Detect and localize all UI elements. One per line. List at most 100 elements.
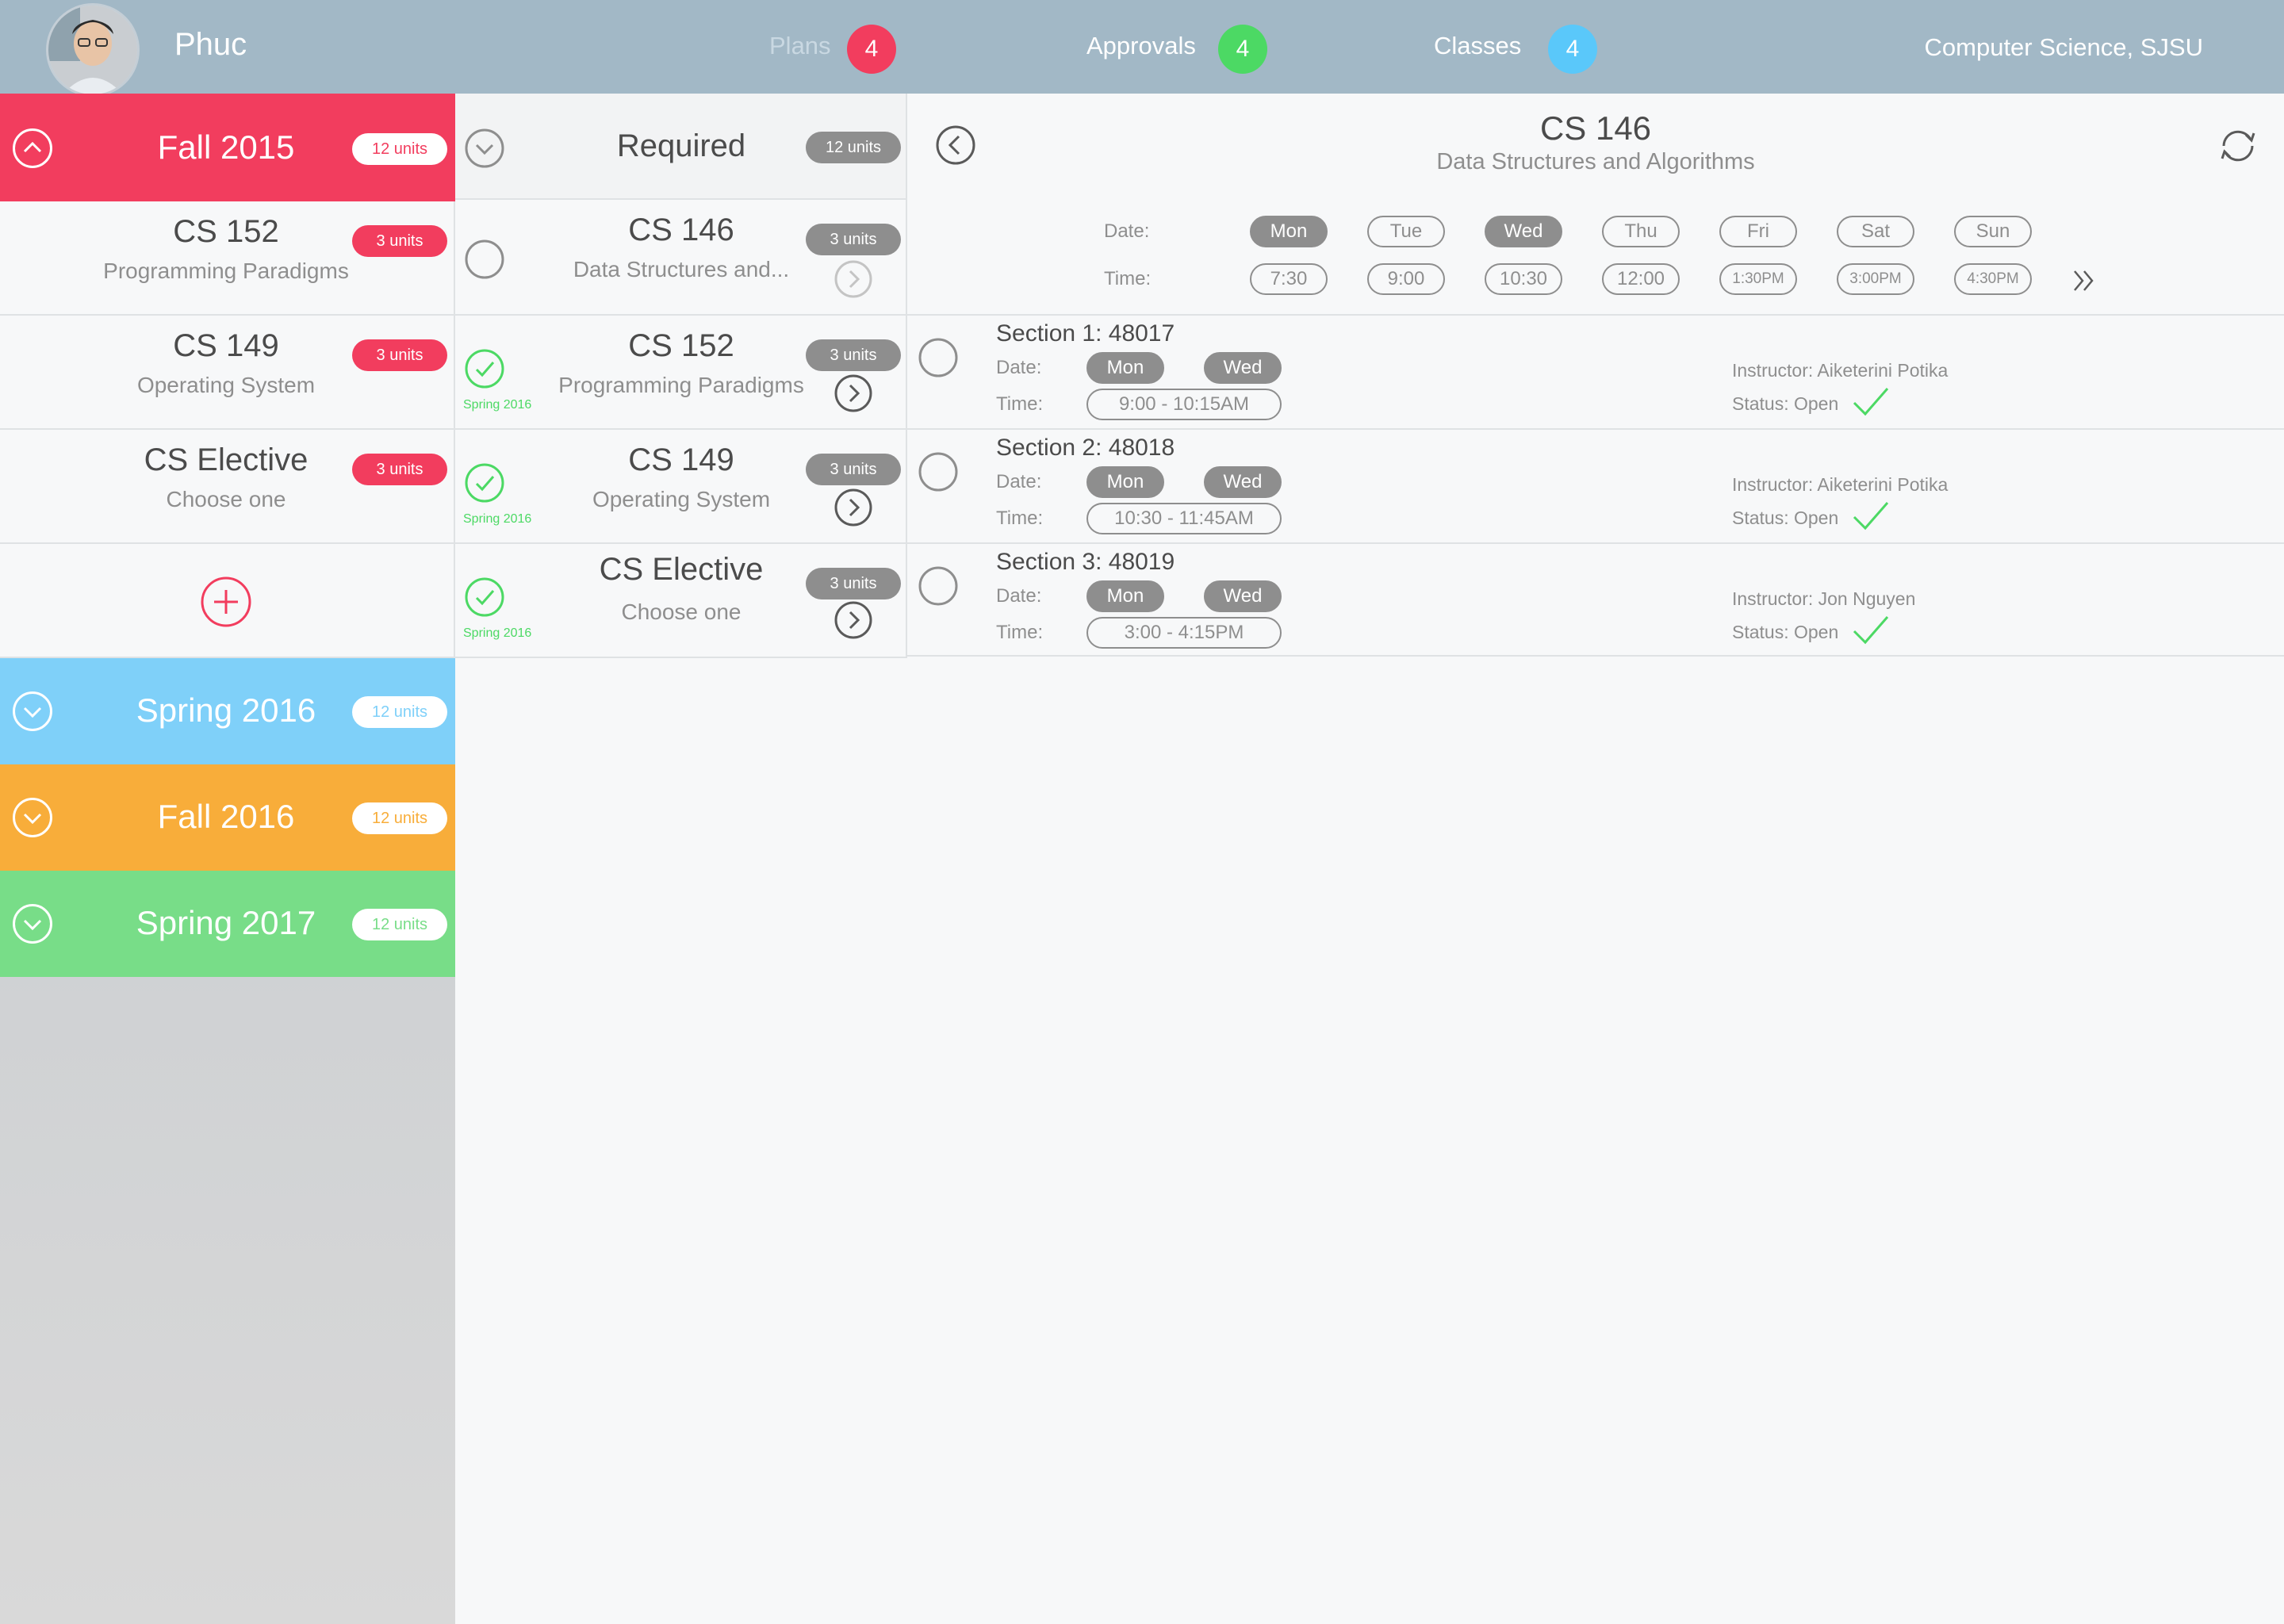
time-filter[interactable]: 7:30: [1250, 263, 1328, 295]
chevron-right-icon[interactable]: [834, 374, 872, 412]
instructor-label: Instructor: Aiketerini Potika: [1732, 474, 1949, 495]
section-time-chip: 3:00 - 4:15PM: [1086, 617, 1282, 649]
user-name: Phuc: [174, 27, 247, 62]
list-item[interactable]: Spring 2016 CS 152 Programming Paradigms…: [455, 316, 907, 430]
list-item[interactable]: CS 146 Data Structures and... 3 units: [455, 200, 907, 316]
course-name: Programming Paradigms: [103, 259, 349, 283]
section-row-3[interactable]: Section 3: 48019 Date: Time: Mon Wed 3:0…: [907, 542, 2284, 657]
term-fall-2016[interactable]: Fall 2016 12 units: [0, 764, 455, 871]
chevron-right-icon[interactable]: [834, 260, 872, 298]
time-filter[interactable]: 10:30: [1485, 263, 1562, 295]
course-name: Operating System: [136, 373, 316, 397]
course-detail-code: CS 146: [1539, 109, 1652, 147]
completed-term-label: Spring 2016: [463, 512, 532, 526]
term-spring-2017[interactable]: Spring 2017 12 units: [0, 871, 455, 977]
classes-count-badge: 4: [1548, 25, 1597, 74]
double-chevron-right-icon[interactable]: [2070, 266, 2098, 295]
day-filter-mon[interactable]: Mon: [1250, 216, 1328, 247]
section-row-1[interactable]: Section 1: 48017 Date: Time: Mon Wed 9:0…: [907, 314, 2284, 428]
refresh-icon[interactable]: [2216, 124, 2260, 168]
add-course-icon[interactable]: [200, 576, 252, 628]
time-label: Time:: [996, 622, 1044, 643]
time-filter[interactable]: 1:30PM: [1719, 263, 1797, 295]
completed-term-label: Spring 2016: [463, 626, 532, 640]
section-day-chip: Mon: [1086, 580, 1164, 612]
add-course-row: [0, 544, 455, 658]
units-badge: 3 units: [806, 454, 901, 485]
course-detail-panel: CS 146 Data Structures and Algorithms Da…: [907, 94, 2284, 1624]
date-label: Date:: [996, 471, 1042, 492]
section-time-chip: 10:30 - 11:45AM: [1086, 503, 1282, 534]
units-badge: 3 units: [806, 339, 901, 371]
nav-classes[interactable]: Classes: [1434, 32, 1521, 60]
units-badge: 12 units: [352, 696, 447, 728]
plans-count-badge: 4: [847, 25, 896, 74]
section-title: Section 3: 48019: [996, 549, 1175, 575]
chevron-right-icon[interactable]: [834, 488, 872, 527]
section-day-chip: Wed: [1204, 466, 1282, 498]
avatar-photo: [48, 6, 137, 94]
radio-circle-icon[interactable]: [918, 566, 958, 606]
list-item[interactable]: CS Elective Choose one 3 units: [0, 430, 455, 544]
list-item[interactable]: CS 149 Operating System 3 units: [0, 316, 455, 430]
radio-circle-icon[interactable]: [918, 452, 958, 492]
chevron-right-icon[interactable]: [834, 601, 872, 639]
date-filter-label: Date:: [1104, 220, 1150, 242]
units-badge: 12 units: [352, 133, 447, 165]
date-label: Date:: [996, 585, 1042, 607]
time-filter-label: Time:: [1104, 268, 1152, 289]
units-badge: 12 units: [806, 132, 901, 163]
units-badge: 3 units: [352, 225, 447, 257]
date-label: Date:: [996, 357, 1042, 378]
units-badge: 3 units: [806, 568, 901, 599]
section-title: Section 2: 48018: [996, 435, 1175, 461]
course-name: Choose one: [166, 487, 286, 511]
status-label: Status: Open: [1732, 508, 1839, 528]
terms-column: Fall 2015 12 units CS 152 Programming Pa…: [0, 94, 455, 1624]
units-badge: 12 units: [352, 909, 447, 940]
day-filter-sun[interactable]: Sun: [1954, 216, 2032, 247]
avatar[interactable]: [46, 3, 140, 97]
checkmark-icon: [1853, 616, 1889, 645]
day-filter-thu[interactable]: Thu: [1602, 216, 1680, 247]
time-label: Time:: [996, 508, 1044, 529]
checkmark-icon: [1853, 502, 1889, 530]
day-filter-wed[interactable]: Wed: [1485, 216, 1562, 247]
department-label: Computer Science, SJSU: [1924, 33, 2203, 61]
time-label: Time:: [996, 393, 1044, 415]
instructor-label: Instructor: Jon Nguyen: [1732, 588, 1916, 609]
section-day-chip: Mon: [1086, 466, 1164, 498]
list-item[interactable]: Spring 2016 CS 149 Operating System 3 un…: [455, 430, 907, 544]
list-item[interactable]: CS 152 Programming Paradigms 3 units: [0, 201, 455, 316]
status-label: Status: Open: [1732, 393, 1839, 414]
units-badge: 3 units: [352, 339, 447, 371]
section-time-chip: 9:00 - 10:15AM: [1086, 389, 1282, 420]
section-day-chip: Wed: [1204, 352, 1282, 384]
nav-approvals[interactable]: Approvals: [1086, 32, 1196, 60]
checkmark-icon: [1853, 388, 1889, 416]
time-filter[interactable]: 3:00PM: [1837, 263, 1914, 295]
radio-circle-icon[interactable]: [918, 338, 958, 377]
required-header[interactable]: Required 12 units: [455, 94, 907, 200]
list-item[interactable]: Spring 2016 CS Elective Choose one 3 uni…: [455, 544, 907, 658]
nav-plans[interactable]: Plans: [769, 32, 831, 60]
time-filter[interactable]: 12:00: [1602, 263, 1680, 295]
top-bar: Phuc Plans 4 Approvals 4 Classes 4 Compu…: [0, 0, 2284, 97]
day-filter-tue[interactable]: Tue: [1367, 216, 1445, 247]
day-filter-fri[interactable]: Fri: [1719, 216, 1797, 247]
units-badge: 3 units: [352, 454, 447, 485]
status-label: Status: Open: [1732, 622, 1839, 642]
instructor-label: Instructor: Aiketerini Potika: [1732, 360, 1949, 381]
time-filter[interactable]: 4:30PM: [1954, 263, 2032, 295]
completed-term-label: Spring 2016: [463, 398, 532, 412]
time-filter[interactable]: 9:00: [1367, 263, 1445, 295]
units-badge: 3 units: [806, 224, 901, 255]
units-badge: 12 units: [352, 802, 447, 834]
day-filter-sat[interactable]: Sat: [1837, 216, 1914, 247]
course-detail-name: Data Structures and Algorithms: [1436, 149, 1755, 174]
section-row-2[interactable]: Section 2: 48018 Date: Time: Mon Wed 10:…: [907, 428, 2284, 542]
term-spring-2016[interactable]: Spring 2016 12 units: [0, 658, 455, 764]
term-fall-2015[interactable]: Fall 2015 12 units: [0, 94, 455, 201]
section-day-chip: Mon: [1086, 352, 1164, 384]
section-title: Section 1: 48017: [996, 320, 1175, 347]
